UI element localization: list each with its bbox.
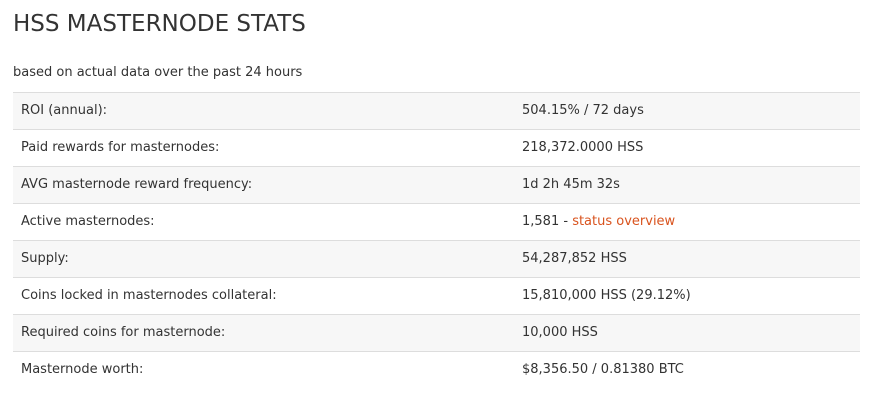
stat-value: 54,287,852 HSS <box>514 240 860 278</box>
stat-label: Paid rewards for masternodes: <box>13 129 514 167</box>
stat-label: Active masternodes: <box>13 203 514 241</box>
stats-row-masternode-worth: Masternode worth: $8,356.50 / 0.81380 BT… <box>13 351 860 389</box>
stat-label: Required coins for masternode: <box>13 314 514 352</box>
stat-value: 218,372.0000 HSS <box>514 129 860 167</box>
stat-value: 504.15% / 72 days <box>514 92 860 130</box>
stats-row-active-masternodes: Active masternodes: 1,581 - status overv… <box>13 203 860 241</box>
stat-value-container: 1,581 - status overview <box>514 203 860 241</box>
page-subtitle: based on actual data over the past 24 ho… <box>13 65 303 80</box>
stats-row-coins-locked: Coins locked in masternodes collateral: … <box>13 277 860 315</box>
stats-row-paid-rewards: Paid rewards for masternodes: 218,372.00… <box>13 129 860 167</box>
stats-row-required-coins: Required coins for masternode: 10,000 HS… <box>13 314 860 352</box>
stat-value: 10,000 HSS <box>514 314 860 352</box>
stat-value: 1d 2h 45m 32s <box>514 166 860 204</box>
stats-row-supply: Supply: 54,287,852 HSS <box>13 240 860 278</box>
stat-label: ROI (annual): <box>13 92 514 130</box>
stat-value: $8,356.50 / 0.81380 BTC <box>514 351 860 389</box>
stat-value: 15,810,000 HSS (29.12%) <box>514 277 860 315</box>
stat-label: AVG masternode reward frequency: <box>13 166 514 204</box>
page-title: HSS MASTERNODE STATS <box>13 11 306 37</box>
stats-row-roi: ROI (annual): 504.15% / 72 days <box>13 92 860 130</box>
stats-table: ROI (annual): 504.15% / 72 days Paid rew… <box>13 92 860 389</box>
masternode-stats-page: HSS MASTERNODE STATS based on actual dat… <box>0 0 871 411</box>
stat-label: Masternode worth: <box>13 351 514 389</box>
stats-row-reward-frequency: AVG masternode reward frequency: 1d 2h 4… <box>13 166 860 204</box>
stat-separator: - <box>559 214 573 229</box>
stat-value: 1,581 <box>522 214 560 229</box>
status-overview-link[interactable]: status overview <box>572 214 675 229</box>
stat-label: Coins locked in masternodes collateral: <box>13 277 514 315</box>
stat-label: Supply: <box>13 240 514 278</box>
